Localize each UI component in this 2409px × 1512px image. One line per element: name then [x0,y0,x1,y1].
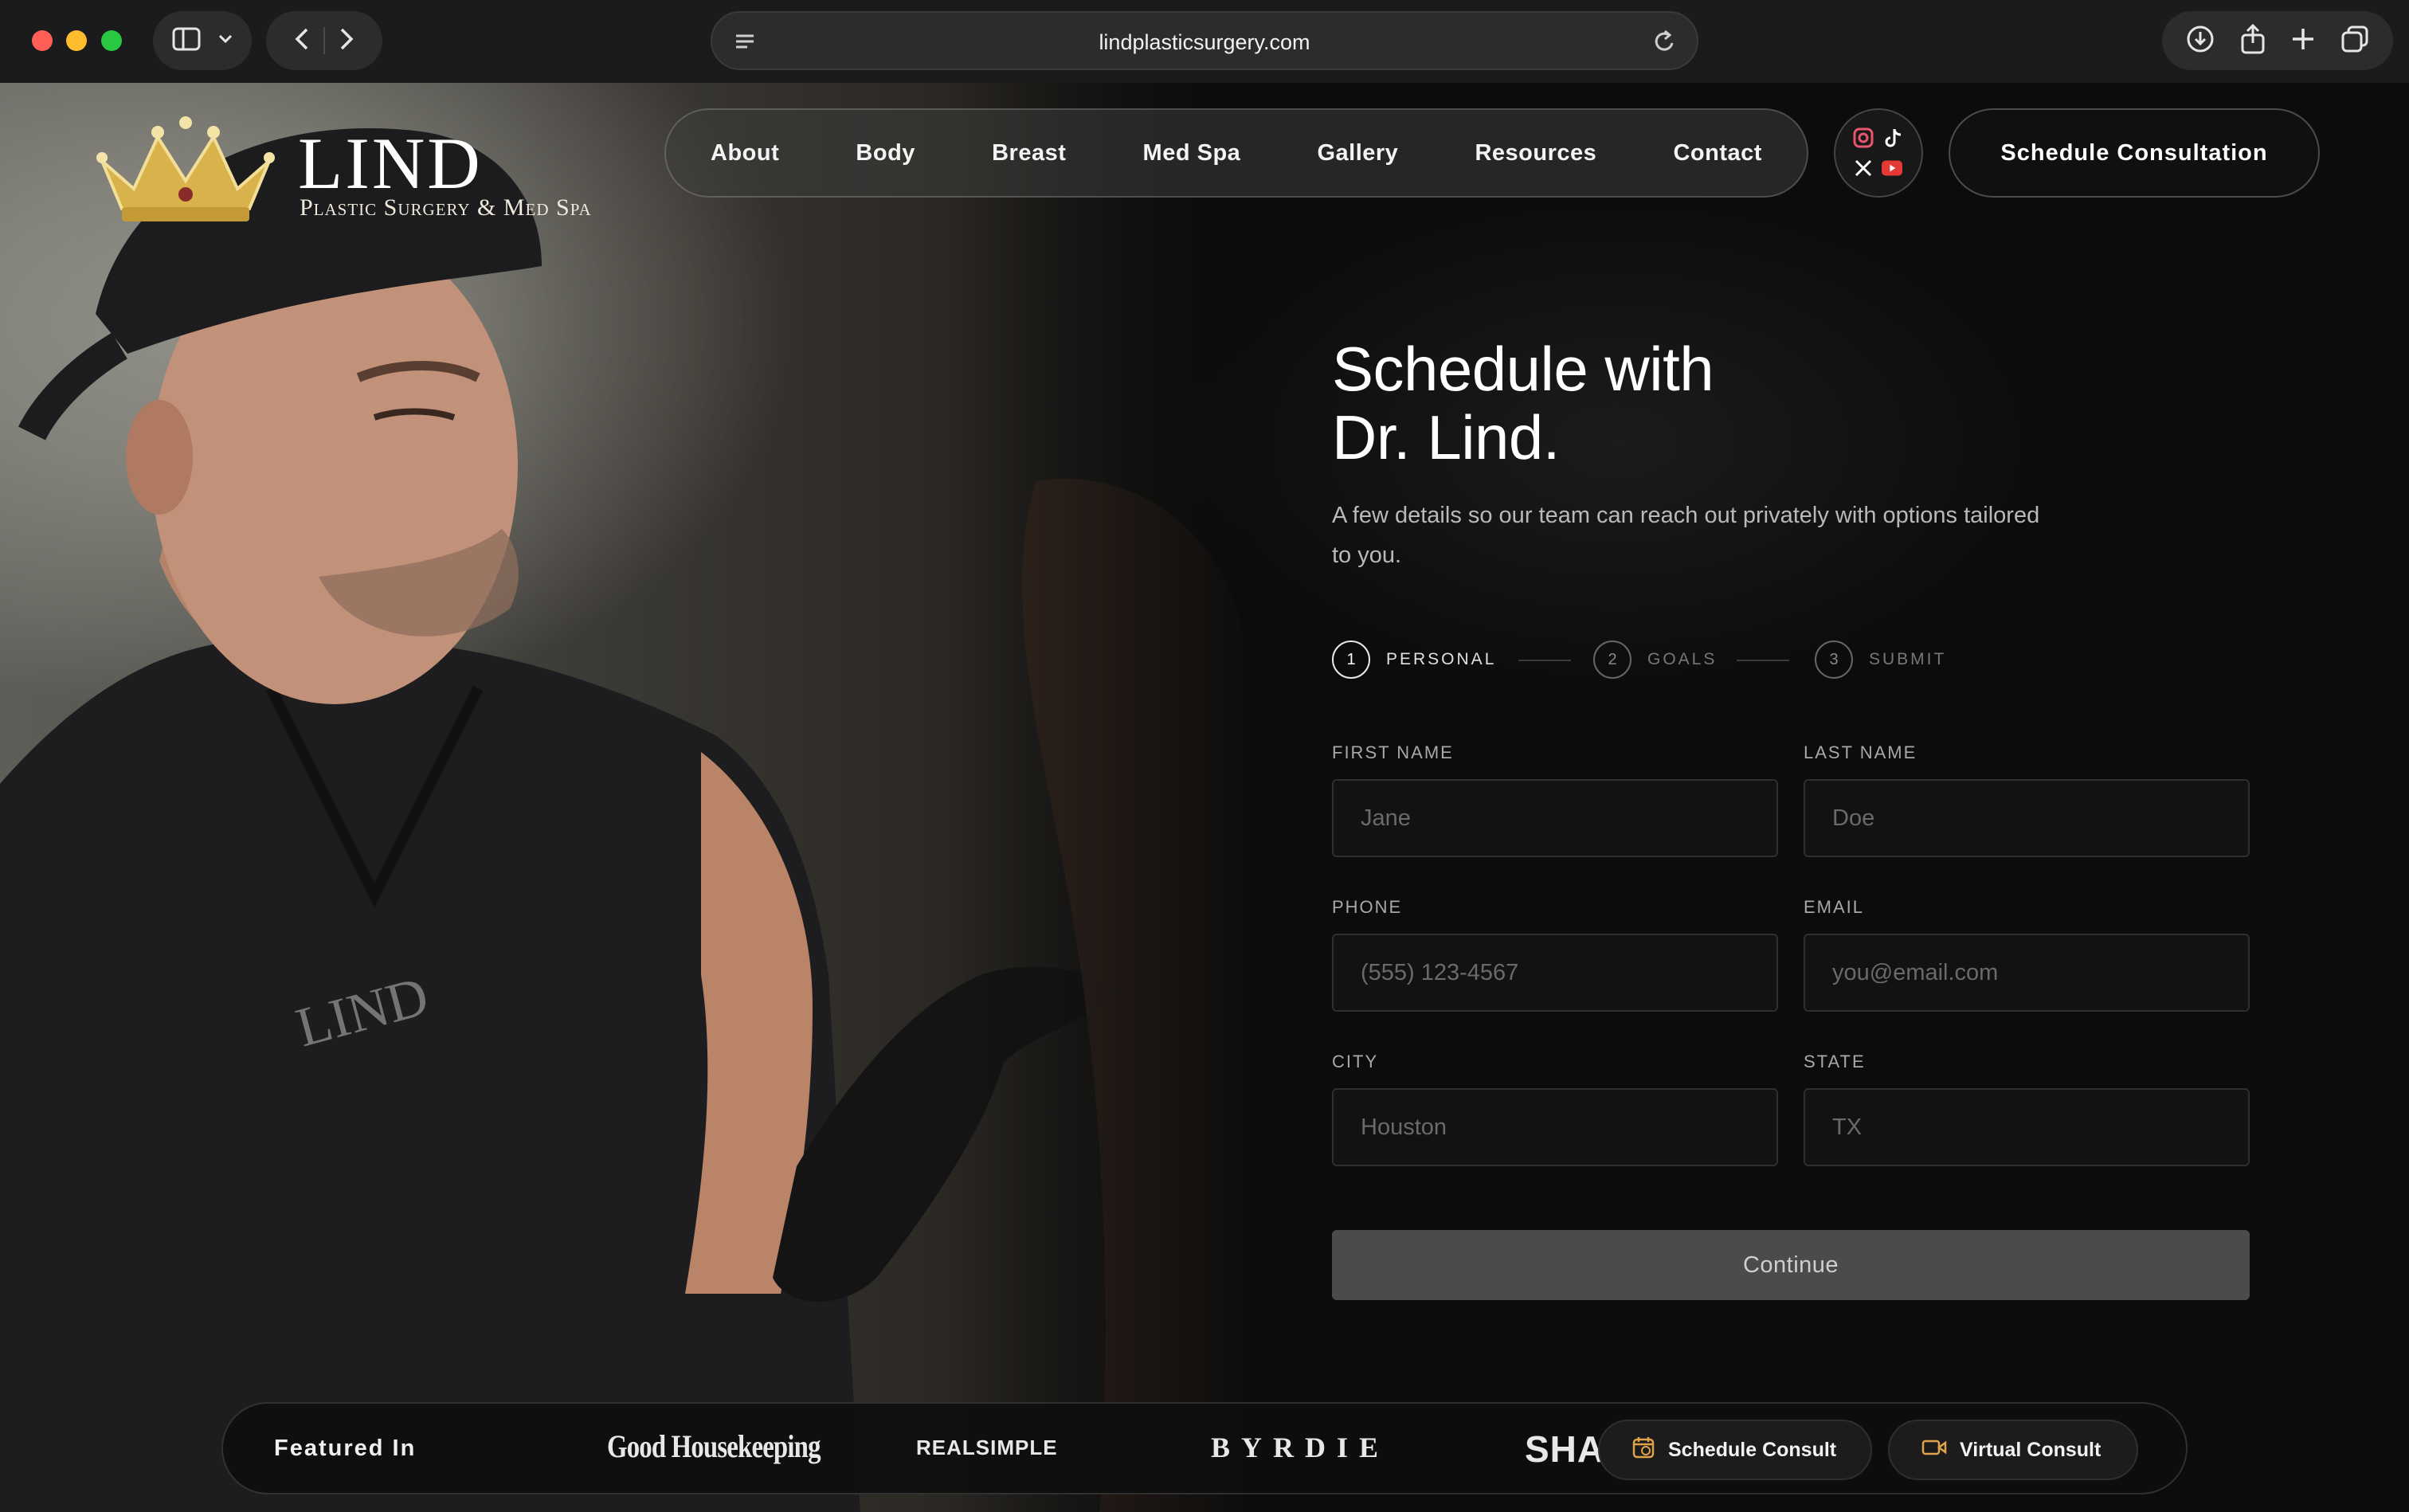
close-window-button[interactable] [32,30,53,51]
history-navigation [266,11,382,70]
publication-logo: SHA [1525,1428,1605,1470]
nav-med-spa[interactable]: Med Spa [1143,140,1241,166]
step-number: 1 [1332,640,1370,679]
featured-in-bar: Featured In Good Housekeeping REALSIMPLE… [221,1402,2188,1494]
url-text: lindplasticsurgery.com [1099,30,1310,54]
last-name-field[interactable] [1804,779,2250,857]
last-name-label: LAST NAME [1804,742,1917,762]
instagram-icon[interactable] [1853,127,1874,148]
step-label: PERSONAL [1386,650,1497,668]
city-field[interactable] [1332,1088,1778,1166]
city-label: CITY [1332,1052,1379,1071]
schedule-consult-label: Schedule Consult [1668,1438,1837,1461]
form-title: Schedule with Dr. Lind. [1332,335,2129,472]
step-personal: 1 PERSONAL [1332,640,1496,679]
virtual-consult-button[interactable]: Virtual Consult [1888,1420,2138,1480]
download-icon[interactable] [2186,25,2215,57]
phone-field[interactable] [1332,934,1778,1012]
address-bar[interactable]: lindplasticsurgery.com [711,11,1698,70]
publication-logo: BYRDIE [1211,1432,1390,1463]
tiktok-icon[interactable] [1883,127,1904,148]
first-name-field[interactable] [1332,779,1778,857]
form-steps: 1 PERSONAL 2 GOALS 3 SUBMIT [1332,640,2049,680]
chevron-down-icon [218,33,233,48]
calendar-icon [1631,1436,1655,1465]
forward-button[interactable] [339,27,354,55]
logo-subtitle: Plastic Surgery & Med Spa [300,194,592,221]
step-label: SUBMIT [1869,650,1947,668]
x-twitter-icon[interactable] [1853,158,1874,178]
youtube-icon[interactable] [1882,158,1902,178]
nav-contact[interactable]: Contact [1673,140,1761,166]
main-navigation: About Body Breast Med Spa Gallery Resour… [664,108,1808,198]
nav-body[interactable]: Body [856,140,915,166]
browser-actions [2162,11,2393,70]
publication-logo: REALSIMPLE [916,1436,1058,1459]
email-label: EMAIL [1804,897,1865,917]
continue-button[interactable]: Continue [1332,1230,2250,1300]
state-label: STATE [1804,1052,1866,1071]
step-submit: 3 SUBMIT [1815,640,1946,679]
nav-gallery[interactable]: Gallery [1317,140,1398,166]
schedule-consult-button[interactable]: Schedule Consult [1598,1420,1872,1480]
step-label: GOALS [1647,650,1718,668]
step-connector [1518,660,1571,661]
step-connector [1737,660,1789,661]
tab-overview-icon[interactable] [2340,25,2369,57]
featured-in-label: Featured In [274,1436,417,1461]
form-title-line-2: Dr. Lind. [1332,402,1560,472]
new-tab-icon[interactable] [2291,27,2315,55]
back-button[interactable] [295,27,309,55]
form-title-line-1: Schedule with [1332,334,1714,404]
video-camera-icon [1921,1438,1947,1463]
nav-breast[interactable]: Breast [992,140,1066,166]
step-goals: 2 GOALS [1593,640,1717,679]
sidebar-toggle-button[interactable] [153,11,252,70]
share-icon[interactable] [2240,23,2266,58]
nav-resources[interactable]: Resources [1475,140,1596,166]
logo-title: LIND [298,123,483,204]
divider [323,27,325,54]
publication-logo: Good Housekeeping [607,1428,821,1464]
first-name-label: FIRST NAME [1332,742,1454,762]
browser-toolbar: lindplasticsurgery.com [0,0,2409,83]
social-links [1834,108,1923,198]
site-logo[interactable]: LIND Plastic Surgery & Med Spa [86,105,644,241]
crown-logo-icon [96,116,275,221]
virtual-consult-label: Virtual Consult [1960,1438,2102,1461]
state-field[interactable] [1804,1088,2250,1166]
sidebar-icon [172,27,201,55]
email-field[interactable] [1804,934,2250,1012]
minimize-window-button[interactable] [66,30,87,51]
web-page: LIND LIND Plastic Surgery & Med Spa Abou… [0,83,2409,1512]
phone-label: PHONE [1332,897,1403,917]
step-number: 3 [1815,640,1853,679]
nav-about[interactable]: About [711,140,779,166]
schedule-consultation-button[interactable]: Schedule Consultation [1949,108,2320,198]
reload-icon[interactable] [1652,29,1676,58]
zoom-window-button[interactable] [101,30,122,51]
step-number: 2 [1593,640,1631,679]
form-description: A few details so our team can reach out … [1332,503,2040,568]
